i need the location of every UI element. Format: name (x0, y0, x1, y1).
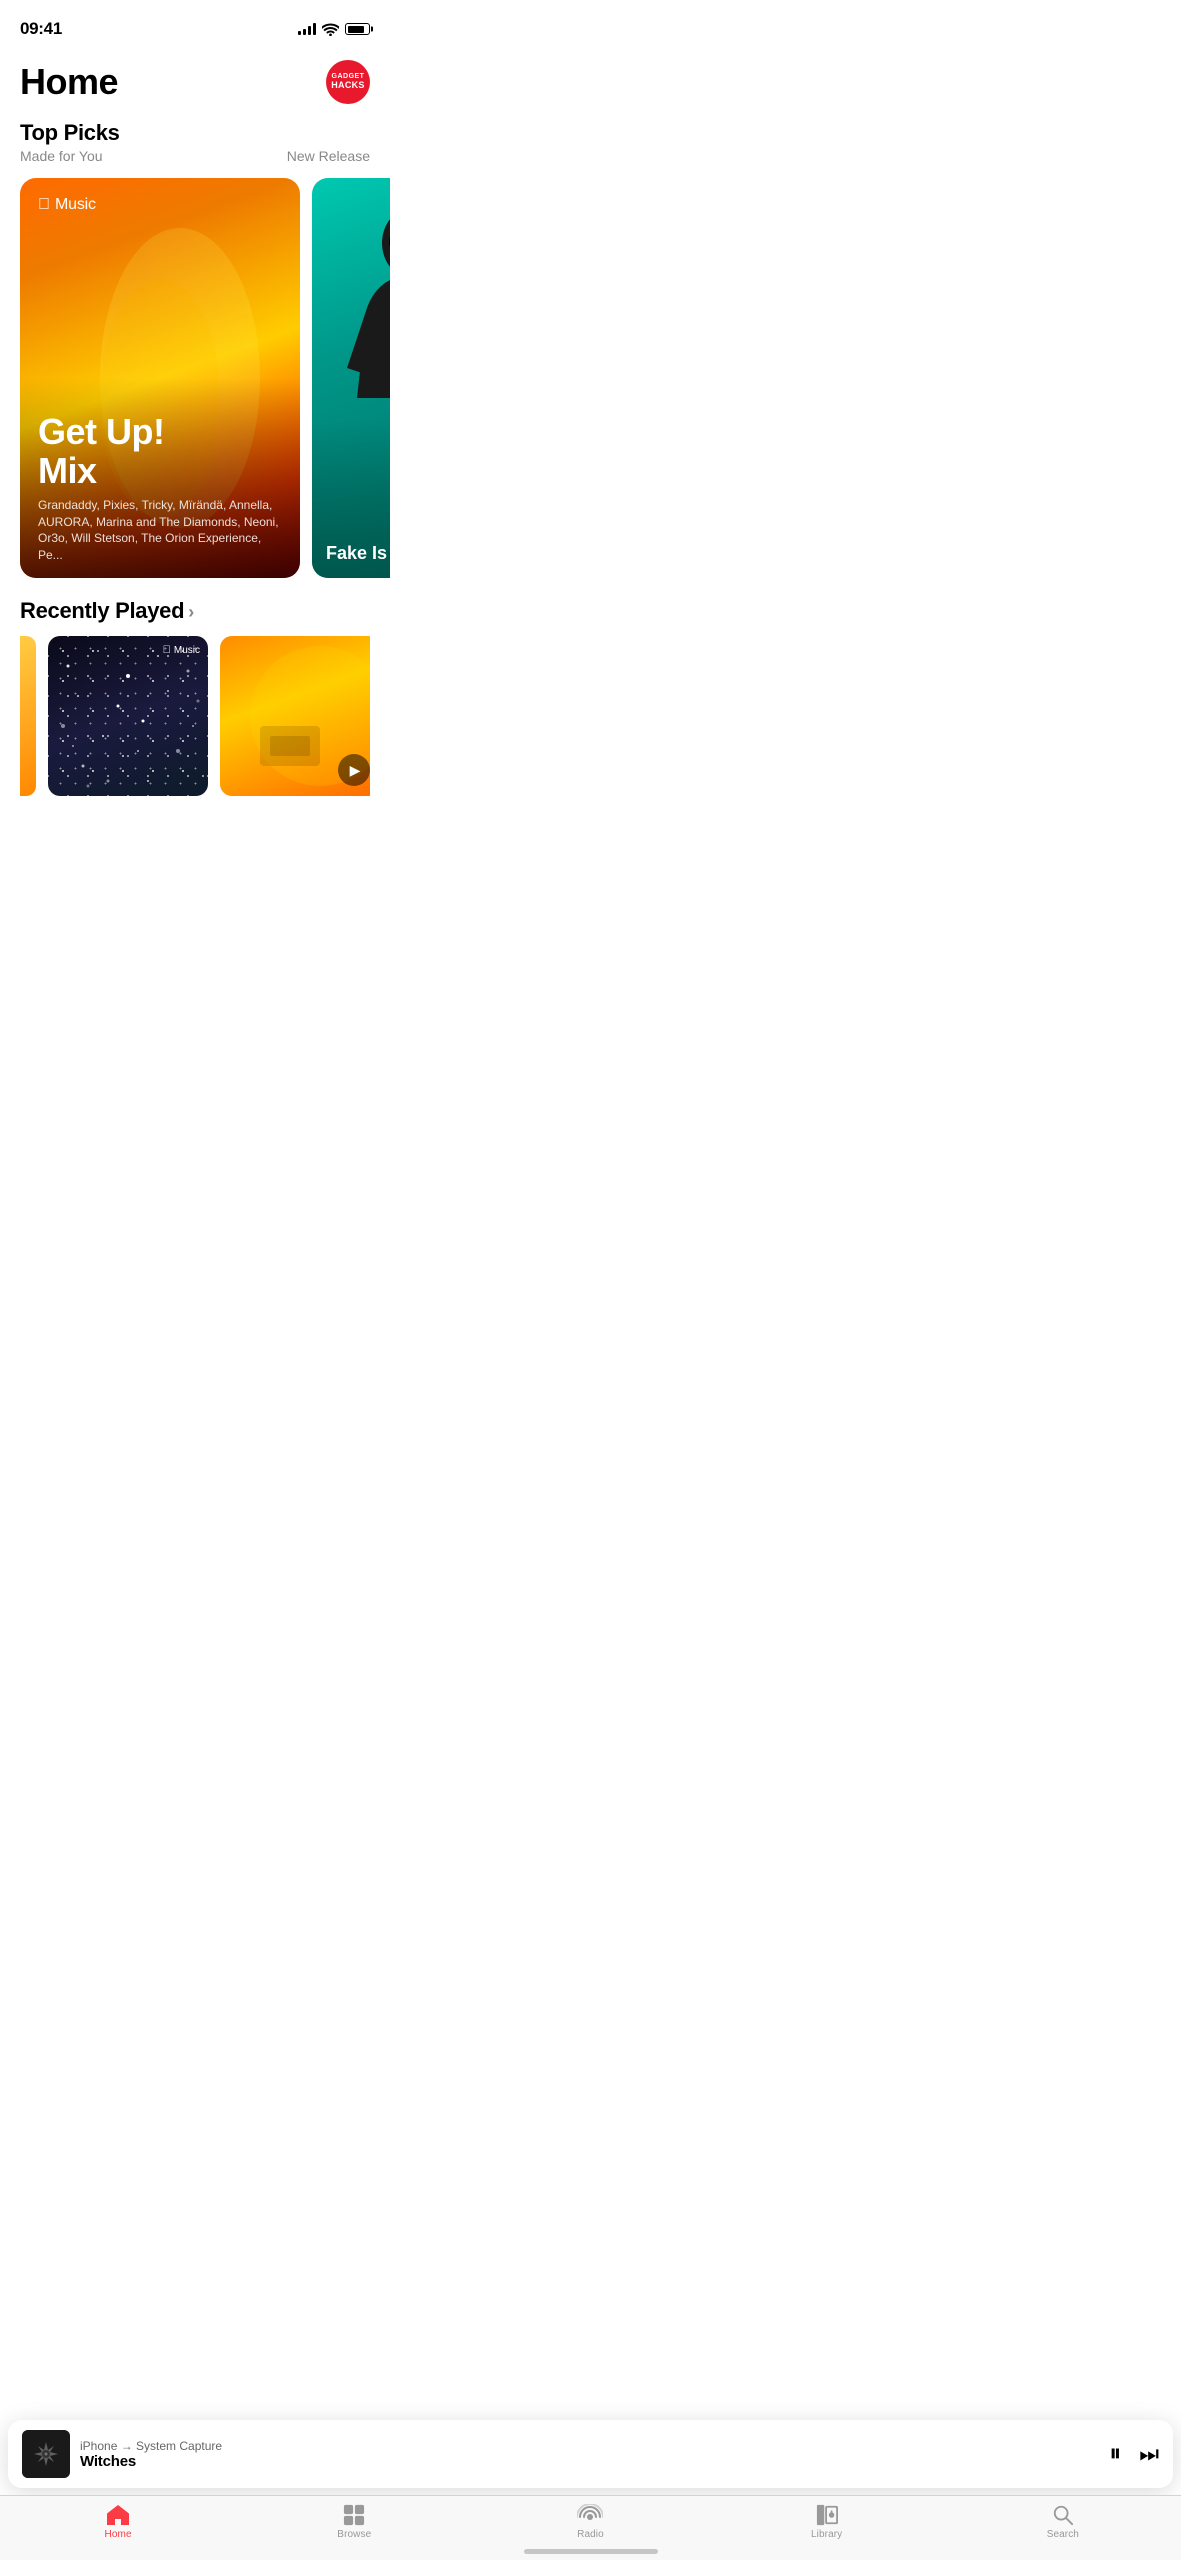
status-time: 09:41 (20, 19, 62, 39)
skip-forward-button[interactable]: ⏭ (1139, 2441, 1159, 2467)
home-icon (106, 2504, 130, 2526)
second-card-fake[interactable]: Fake Is T... (312, 178, 390, 578)
section-subtitle-made-for-you: Made for You (20, 148, 103, 164)
tab-search[interactable]: Search (1033, 2504, 1093, 2540)
library-icon (815, 2504, 839, 2526)
top-picks-scroll:  Music Get Up! Mix Grandaddy, Pixies, T… (0, 166, 390, 594)
recently-played-section: Recently Played › (0, 594, 390, 804)
recently-card-orange[interactable]: ▶ (220, 636, 370, 796)
recently-played-title: Recently Played (20, 598, 184, 624)
card-content:  Music Get Up! Mix Grandaddy, Pixies, T… (20, 178, 300, 578)
card-artists: Grandaddy, Pixies, Tricky, Mïrändä, Anne… (38, 497, 282, 564)
mini-player[interactable]: iPhone → System Capture Witches ⏸ ⏭ (8, 2420, 1173, 2488)
apple-logo-icon:  (38, 196, 50, 214)
recently-partial-yellow[interactable] (20, 636, 36, 796)
second-card-title: Fake Is T... (326, 543, 390, 564)
mini-player-info: iPhone → System Capture Witches (80, 2439, 1099, 2470)
wifi-icon (322, 23, 339, 36)
apple-music-badge-text: Music (174, 645, 200, 656)
play-button-overlay[interactable]: ▶ (338, 754, 370, 786)
apple-music-label: Music (55, 196, 96, 214)
avatar[interactable]: GADGET HACKS (326, 60, 370, 104)
card-title: Get Up! Mix (38, 412, 282, 491)
search-icon (1051, 2504, 1075, 2526)
album-art-icon (22, 2430, 70, 2478)
page-title: Home (20, 61, 118, 103)
second-card-content: Fake Is T... (326, 543, 390, 564)
top-picks-header: Top Picks Made for You New Release (0, 112, 390, 166)
tab-search-label: Search (1047, 2529, 1079, 2540)
battery-icon (345, 23, 370, 35)
apple-music-header:  Music (38, 196, 282, 214)
home-indicator (524, 2549, 658, 2554)
recently-played-header: Recently Played › (20, 598, 370, 624)
recently-card-stars[interactable]:  Music (48, 636, 208, 796)
section-title-top-picks: Top Picks (20, 120, 370, 146)
header: Home GADGET HACKS (0, 44, 390, 112)
tab-radio[interactable]: Radio (560, 2504, 620, 2540)
section-link-new-release[interactable]: New Release (287, 148, 370, 164)
mini-player-artwork (22, 2430, 70, 2478)
tab-radio-label: Radio (577, 2529, 604, 2540)
apple-music-badge:  Music (163, 644, 200, 656)
pause-button[interactable]: ⏸ (1109, 2440, 1121, 2468)
tab-home[interactable]: Home (88, 2504, 148, 2540)
recently-played-scroll:  Music ▶ (20, 636, 370, 796)
browse-icon (342, 2504, 366, 2526)
radio-icon (577, 2504, 603, 2526)
main-card-get-up-mix[interactable]:  Music Get Up! Mix Grandaddy, Pixies, T… (20, 178, 300, 578)
tab-browse[interactable]: Browse (324, 2504, 384, 2540)
status-bar: 09:41 (0, 0, 390, 44)
tab-browse-label: Browse (337, 2529, 371, 2540)
recently-played-chevron[interactable]: › (188, 602, 194, 623)
tab-library-label: Library (811, 2529, 842, 2540)
mini-player-route: iPhone → System Capture (80, 2439, 1099, 2453)
mini-player-title: Witches (80, 2453, 1099, 2470)
tab-library[interactable]: Library (797, 2504, 857, 2540)
tab-home-label: Home (105, 2529, 132, 2540)
avatar-text-bottom: HACKS (331, 81, 365, 91)
mini-player-controls: ⏸ ⏭ (1109, 2440, 1159, 2468)
signal-icon (298, 23, 316, 35)
status-icons (298, 23, 370, 36)
sparkles-svg (48, 636, 208, 796)
